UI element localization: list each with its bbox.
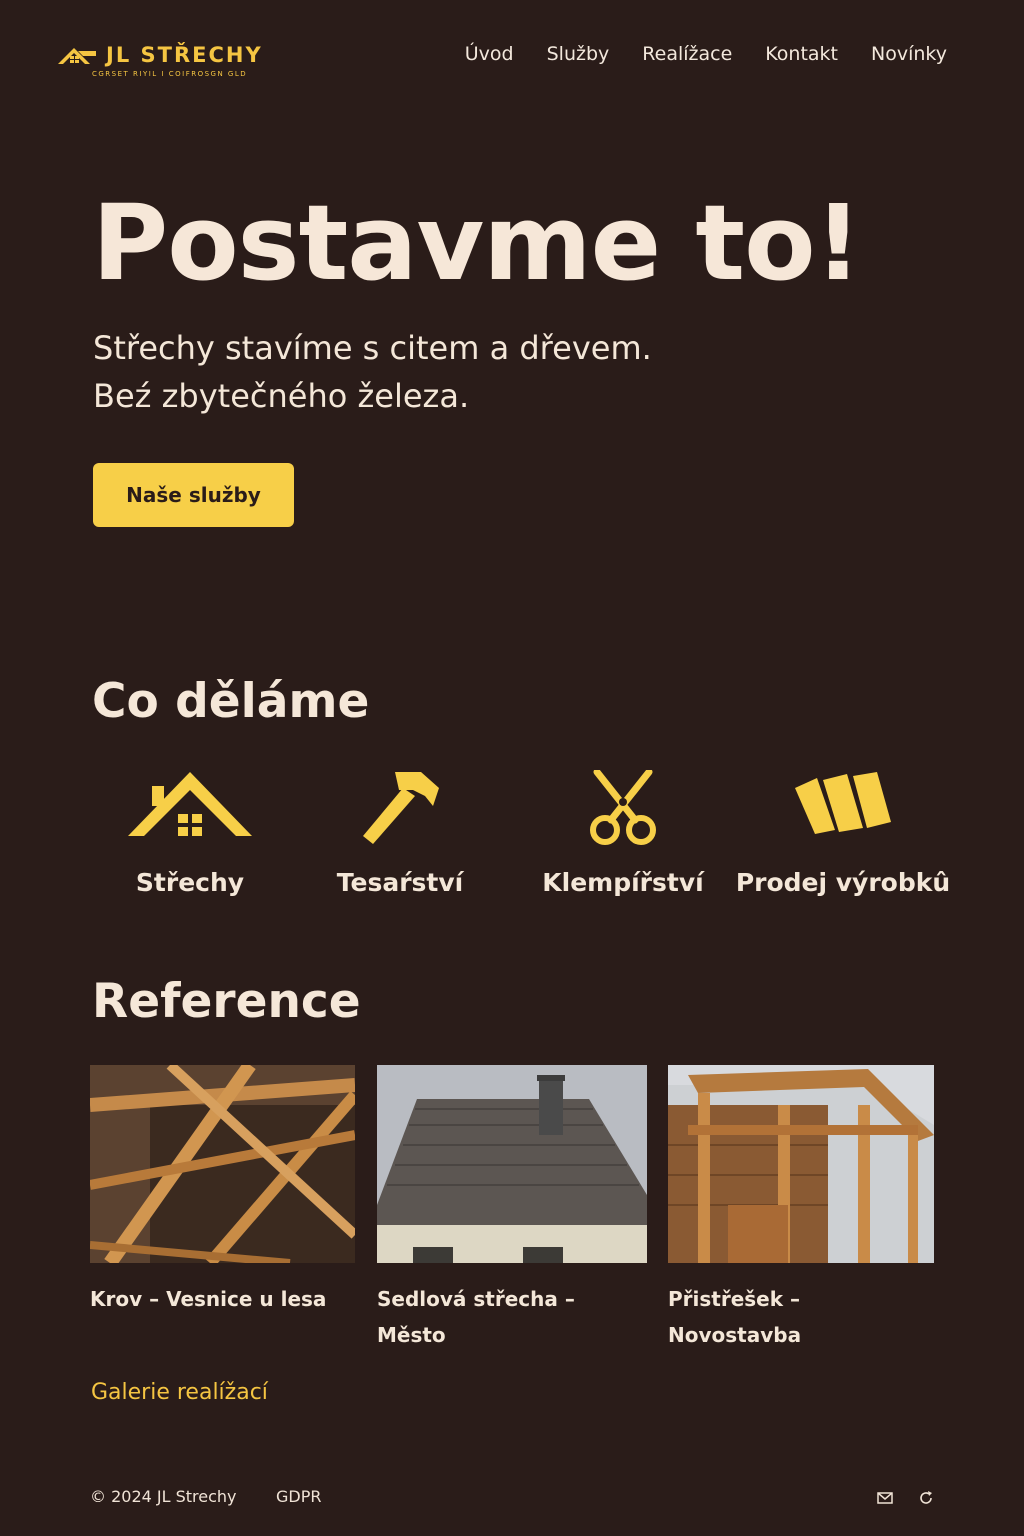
reference-card-pristresek[interactable]: Přistřešek – Novostavba	[668, 1065, 934, 1395]
service-item-strechy[interactable]: Střechy	[80, 760, 300, 897]
service-label: Tesaŕství	[336, 868, 464, 897]
services-list: Střechy Tesaŕství Klempířství Prodej výr…	[80, 760, 960, 920]
nav-item-uvod[interactable]: Úvod	[465, 42, 514, 67]
nav-item-novinky[interactable]: Novínky	[871, 42, 947, 67]
reference-card-krov[interactable]: Krov – Vesnice u lesa	[90, 1065, 355, 1395]
hero-subtitle: Střechy stavíme s citem a dřevem. Beź zb…	[93, 324, 652, 420]
service-item-prodej[interactable]: Prodej výrobkû	[733, 760, 953, 897]
service-label: Prodej výrobkû	[735, 868, 951, 897]
reference-title: Sedlová střecha – Město	[377, 1287, 575, 1347]
brand-name: JL STŘECHY	[106, 42, 263, 67]
gallery-link[interactable]: Galerie realížací	[91, 1380, 268, 1405]
nav-item-realizace[interactable]: Realížace	[642, 42, 732, 67]
footer-copyright: © 2024 JL Strechy	[90, 1487, 237, 1506]
reference-card-sedlova[interactable]: Sedlová střecha – Město	[377, 1065, 647, 1395]
hero-title: Postavme to!	[92, 182, 862, 304]
services-cta-button[interactable]: Naše služby	[93, 463, 294, 527]
hammer-icon	[363, 772, 439, 844]
reference-image-roof-truss	[90, 1065, 355, 1263]
references-title: Reference	[92, 974, 361, 1029]
brand-tagline: CGRSET RIYIL I COIFROSGN GLD	[92, 70, 248, 78]
reference-title: Přistřešek – Novostavba	[668, 1287, 802, 1347]
service-label: Klempířství	[542, 868, 704, 897]
service-item-klempirstvi[interactable]: Klempířství	[513, 760, 733, 897]
nav-item-kontakt[interactable]: Kontakt	[765, 42, 838, 67]
mail-icon[interactable]	[876, 1489, 894, 1507]
reference-image-gable-roof	[377, 1065, 647, 1263]
hero-subtitle-line-1: Střechy stavíme s citem a dřevem.	[93, 329, 652, 367]
footer-gdpr-link[interactable]: GDPR	[276, 1487, 321, 1506]
service-label: Střechy	[135, 868, 245, 897]
services-title: Co děláme	[92, 674, 370, 729]
reference-image-carport	[668, 1065, 934, 1263]
reference-title: Krov – Vesnice u lesa	[90, 1287, 327, 1311]
house-roof-icon	[128, 772, 252, 836]
hero-subtitle-line-2: Beź zbytečného železa.	[93, 377, 470, 415]
scissors-icon	[590, 770, 656, 845]
nav-item-sluzby[interactable]: Služby	[547, 42, 610, 67]
service-item-tesarstvi[interactable]: Tesaŕství	[290, 760, 510, 897]
panels-icon	[795, 772, 891, 834]
refresh-icon[interactable]	[917, 1489, 935, 1507]
roof-logo-icon	[58, 48, 96, 64]
main-nav: Úvod Služby Realížace Kontakt Novínky	[465, 42, 947, 67]
brand-logo[interactable]: JL STŘECHY	[56, 42, 263, 68]
